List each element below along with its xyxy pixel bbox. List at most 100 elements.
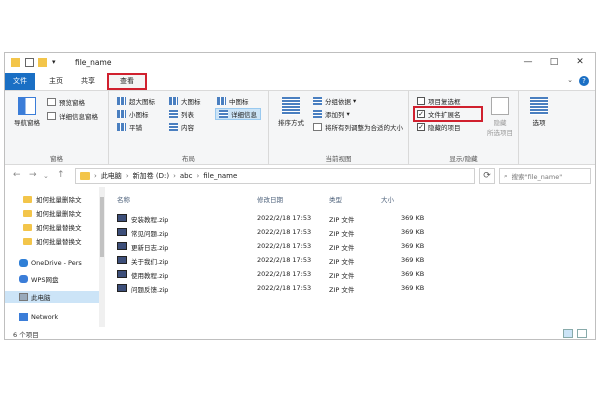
size-all-columns-button[interactable]: 将所有列调整为合适的大小 <box>313 122 403 132</box>
file-type: ZIP 文件 <box>329 230 355 238</box>
new-folder-icon[interactable] <box>38 58 47 67</box>
hide-label: 隐藏 <box>493 119 507 127</box>
nav-item-this-pc[interactable]: 此电脑 <box>5 291 99 303</box>
window-title: file_name <box>75 58 112 67</box>
details-pane-icon <box>47 112 56 120</box>
details-pane-label: 详细信息窗格 <box>59 113 98 121</box>
tab-view[interactable]: 查看 <box>107 73 147 90</box>
table-row[interactable]: 使用教程.zip 2022/2/18 17:53 ZIP 文件 369 KB <box>111 268 551 281</box>
sort-by-button[interactable]: 排序方式 <box>273 97 309 127</box>
large-icons-view-icon[interactable] <box>577 329 587 338</box>
file-type: ZIP 文件 <box>329 286 355 294</box>
item-checkboxes-toggle[interactable]: 项目复选框 <box>417 96 461 106</box>
forward-arrow-icon[interactable]: → <box>29 170 37 180</box>
file-date: 2022/2/18 17:53 <box>257 242 312 250</box>
address-bar[interactable]: › 此电脑 › 新加卷 (D:) › abc › file_name <box>75 168 475 184</box>
nav-item-label: 如何批量删除文 <box>36 210 82 218</box>
nav-item-network[interactable]: Network <box>19 311 58 323</box>
table-row[interactable]: 安装教程.zip 2022/2/18 17:53 ZIP 文件 369 KB <box>111 212 551 225</box>
help-icon[interactable]: ? <box>579 76 589 86</box>
layout-details[interactable]: 详细信息 <box>215 108 261 120</box>
nav-scrollbar[interactable] <box>99 187 105 327</box>
zip-file-icon <box>117 228 127 236</box>
layout-label: 详细信息 <box>231 111 257 119</box>
add-column-icon <box>313 110 322 118</box>
layout-label: 小图标 <box>129 111 149 119</box>
item-checkboxes-label: 项目复选框 <box>428 98 461 106</box>
maximize-button[interactable]: □ <box>547 56 561 68</box>
preview-pane-button[interactable]: 预览窗格 <box>47 97 85 107</box>
hidden-items-toggle[interactable]: ✓ 隐藏的项目 <box>417 122 461 132</box>
details-pane-button[interactable]: 详细信息窗格 <box>47 111 98 121</box>
up-arrow-icon[interactable]: ↑ <box>57 170 65 180</box>
column-header-modified[interactable]: 修改日期 <box>257 194 283 204</box>
table-row[interactable]: 问题反馈.zip 2022/2/18 17:53 ZIP 文件 369 KB <box>111 282 551 295</box>
back-arrow-icon[interactable]: ← <box>13 170 21 180</box>
file-size: 369 KB <box>401 228 425 236</box>
options-button[interactable]: 选项 <box>523 97 555 127</box>
group-by-button[interactable]: 分组依据 ▾ <box>313 96 356 106</box>
layout-label: 中图标 <box>229 98 249 106</box>
minimize-button[interactable]: — <box>521 56 535 68</box>
close-button[interactable]: ✕ <box>573 56 587 68</box>
layout-label: 大图标 <box>181 98 201 106</box>
scrollbar-thumb[interactable] <box>100 197 104 257</box>
nav-pane-label: 导航窗格 <box>14 119 40 127</box>
properties-icon[interactable] <box>25 58 34 67</box>
layout-label: 平铺 <box>129 124 142 132</box>
chevron-down-icon[interactable]: ⌄ <box>567 76 573 84</box>
table-row[interactable]: 更新日志.zip 2022/2/18 17:53 ZIP 文件 369 KB <box>111 240 551 253</box>
recent-dropdown-icon[interactable]: ⌄ <box>43 172 49 180</box>
navigation-bar: ← → ⌄ ↑ › 此电脑 › 新加卷 (D:) › abc › file_na… <box>5 165 595 187</box>
column-header-type[interactable]: 类型 <box>329 194 342 204</box>
hide-selected-button[interactable]: 隐藏 所选项目 <box>485 97 515 137</box>
file-type: ZIP 文件 <box>329 258 355 266</box>
options-label: 选项 <box>532 119 546 127</box>
layout-content[interactable]: 内容 <box>169 122 194 132</box>
file-type: ZIP 文件 <box>329 244 355 252</box>
layout-medium-icons[interactable]: 中图标 <box>217 96 249 106</box>
computer-icon <box>19 293 28 301</box>
nav-item-folder[interactable]: 如何批量替换文 <box>23 235 82 247</box>
layout-tiles[interactable]: 平铺 <box>117 122 142 132</box>
layout-large-icons[interactable]: 大图标 <box>169 96 201 106</box>
nav-item-folder[interactable]: 如何批量删除文 <box>23 193 82 205</box>
layout-list[interactable]: 列表 <box>169 109 194 119</box>
file-name: 使用教程.zip <box>131 272 169 280</box>
table-row[interactable]: 常见问题.zip 2022/2/18 17:53 ZIP 文件 369 KB <box>111 226 551 239</box>
details-view-icon[interactable] <box>563 329 573 338</box>
checkbox[interactable] <box>417 97 425 105</box>
details-icon <box>219 110 228 118</box>
file-date: 2022/2/18 17:53 <box>257 228 312 236</box>
layout-extra-large-icons[interactable]: 超大图标 <box>117 96 155 106</box>
file-type: ZIP 文件 <box>329 216 355 224</box>
tab-home[interactable]: 主页 <box>43 75 69 88</box>
breadcrumb-item[interactable]: 此电脑 <box>101 171 122 181</box>
breadcrumb-item[interactable]: 新加卷 (D:) <box>133 171 169 181</box>
sort-by-label: 排序方式 <box>278 119 304 127</box>
add-column-button[interactable]: 添加列 ▾ <box>313 109 350 119</box>
nav-item-onedrive[interactable]: OneDrive - Pers <box>19 257 82 269</box>
nav-item-folder[interactable]: 如何批量替换文 <box>23 221 82 233</box>
title-bar: ▾ file_name — □ ✕ <box>5 53 595 73</box>
breadcrumb-item[interactable]: file_name <box>203 172 237 180</box>
refresh-icon[interactable]: ⟳ <box>479 168 495 184</box>
quick-access-dropdown-icon[interactable]: ▾ <box>52 58 61 67</box>
column-header-name[interactable]: 名称 <box>117 194 130 204</box>
file-date: 2022/2/18 17:53 <box>257 256 312 264</box>
table-row[interactable]: 关于我们.zip 2022/2/18 17:53 ZIP 文件 369 KB <box>111 254 551 267</box>
small-icons-icon <box>117 110 126 118</box>
tab-share[interactable]: 共享 <box>75 75 101 88</box>
column-header-size[interactable]: 大小 <box>381 194 394 204</box>
breadcrumb-item[interactable]: abc <box>180 172 193 180</box>
nav-pane-button[interactable]: 导航窗格 <box>9 97 45 127</box>
checkbox-checked[interactable]: ✓ <box>417 123 425 131</box>
search-input[interactable]: ⌕ 搜索"file_name" <box>499 168 591 184</box>
nav-item-wps[interactable]: WPS网盘 <box>19 273 58 285</box>
item-count: 6 个项目 <box>13 331 39 339</box>
layout-label: 超大图标 <box>129 98 155 106</box>
tab-file[interactable]: 文件 <box>5 73 35 90</box>
layout-small-icons[interactable]: 小图标 <box>117 109 149 119</box>
status-bar: 6 个项目 <box>5 327 595 341</box>
nav-item-folder[interactable]: 如何批量删除文 <box>23 207 82 219</box>
